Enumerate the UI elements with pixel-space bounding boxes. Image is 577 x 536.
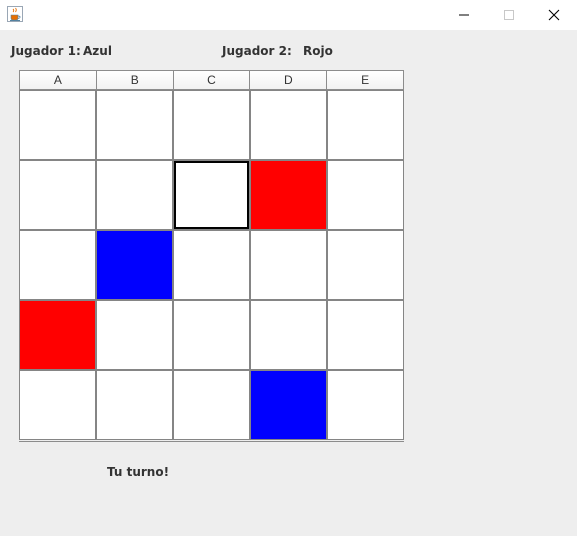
board-cell-a5[interactable]	[19, 370, 96, 440]
board-cell-d3[interactable]	[250, 230, 327, 300]
board-cell-b3-blue[interactable]	[96, 230, 173, 300]
board-cell-e3[interactable]	[327, 230, 404, 300]
turn-status: Tu turno!	[107, 465, 170, 479]
close-icon	[548, 6, 560, 25]
maximize-icon	[503, 6, 515, 25]
player1-label: Jugador 1:	[11, 44, 81, 58]
board-cell-e4[interactable]	[327, 300, 404, 370]
player2-color: Rojo	[303, 44, 333, 58]
java-cup-icon	[7, 6, 23, 22]
board-cell-d2-red[interactable]	[250, 160, 327, 230]
board-cell-c1[interactable]	[173, 90, 250, 160]
board-cell-e1[interactable]	[327, 90, 404, 160]
board-cell-c5[interactable]	[173, 370, 250, 440]
board-cell-c4[interactable]	[173, 300, 250, 370]
board-cell-b4[interactable]	[96, 300, 173, 370]
board-grid	[19, 90, 404, 440]
board-cell-c3[interactable]	[173, 230, 250, 300]
board-cell-a2[interactable]	[19, 160, 96, 230]
title-bar[interactable]	[0, 0, 577, 30]
board-cell-d1[interactable]	[250, 90, 327, 160]
board-cell-d5-blue[interactable]	[250, 370, 327, 440]
game-board-table: A B C D E	[19, 70, 404, 442]
game-window: Jugador 1: Azul Jugador 2: Rojo A B C D …	[0, 0, 577, 536]
board-cell-c2[interactable]	[173, 160, 250, 230]
minimize-button[interactable]	[441, 0, 487, 30]
column-header-b[interactable]: B	[96, 71, 174, 89]
minimize-icon	[458, 6, 470, 25]
close-button[interactable]	[531, 0, 577, 30]
column-header-a[interactable]: A	[20, 71, 97, 89]
maximize-button[interactable]	[486, 0, 532, 30]
board-cell-b5[interactable]	[96, 370, 173, 440]
table-header: A B C D E	[19, 70, 404, 90]
board-cell-a1[interactable]	[19, 90, 96, 160]
board-cell-a3[interactable]	[19, 230, 96, 300]
board-cell-b1[interactable]	[96, 90, 173, 160]
player2-label: Jugador 2:	[222, 44, 292, 58]
board-cell-e5[interactable]	[327, 370, 404, 440]
column-header-d[interactable]: D	[250, 71, 328, 89]
player1-color: Azul	[83, 44, 112, 58]
board-cell-d4[interactable]	[250, 300, 327, 370]
board-cell-e2[interactable]	[327, 160, 404, 230]
table-bottom-edge	[19, 440, 404, 442]
column-header-e[interactable]: E	[327, 71, 403, 89]
column-header-c[interactable]: C	[173, 71, 251, 89]
board-cell-a4-red[interactable]	[19, 300, 96, 370]
board-cell-b2[interactable]	[96, 160, 173, 230]
